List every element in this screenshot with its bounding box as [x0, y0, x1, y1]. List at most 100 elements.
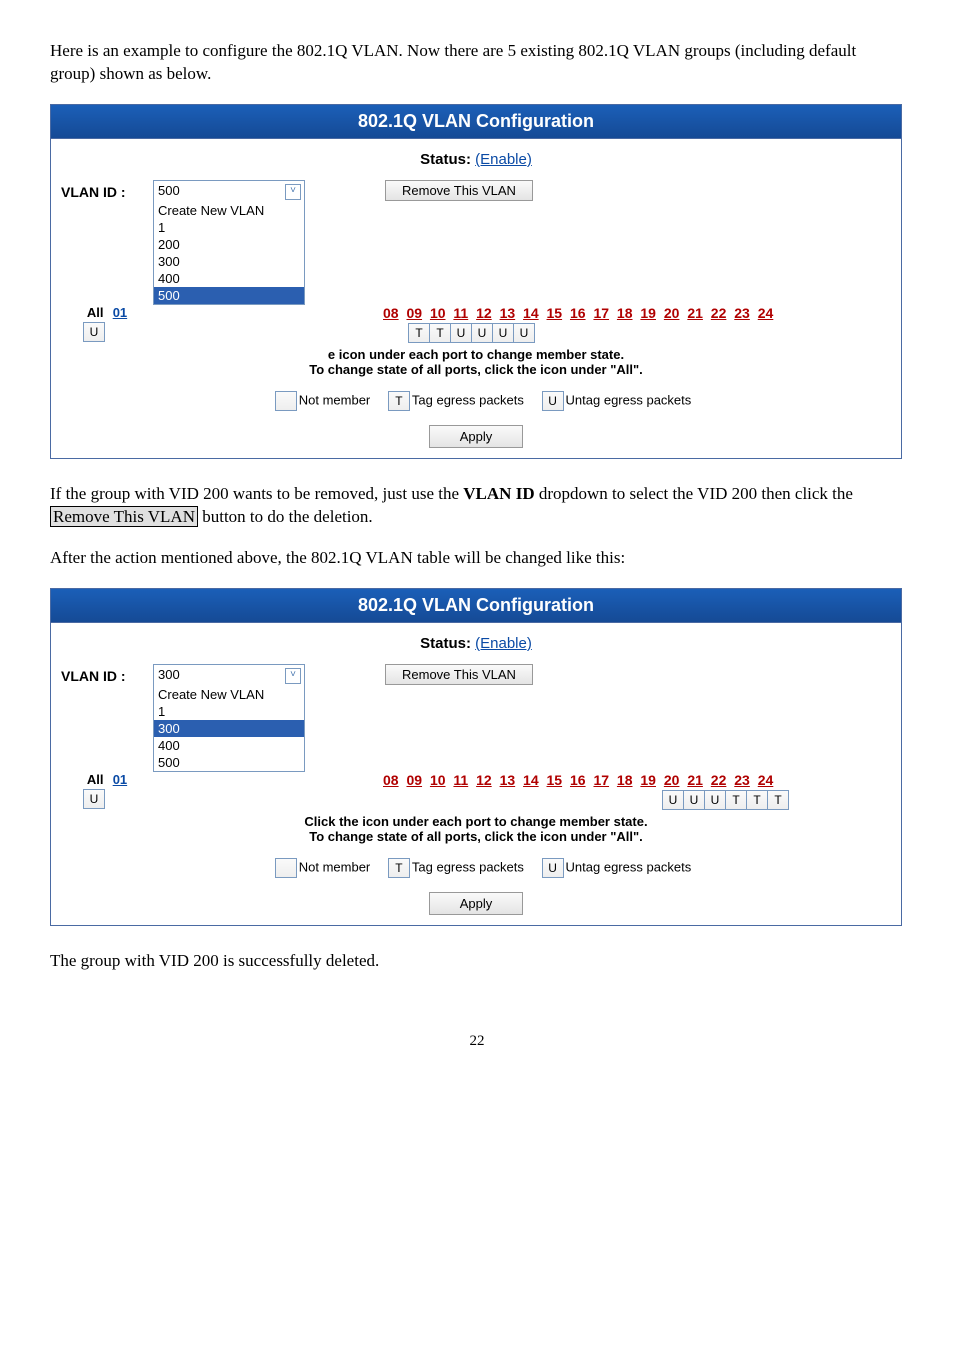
port-link[interactable]: 24: [758, 305, 774, 321]
dropdown-option[interactable]: 400: [154, 270, 304, 287]
legend-not-member-icon: [275, 858, 297, 878]
port-link[interactable]: 13: [500, 772, 516, 788]
port-state-button[interactable]: U: [513, 323, 535, 343]
port-link[interactable]: 17: [593, 305, 609, 321]
status-link[interactable]: (Enable): [475, 151, 532, 168]
port-state-button[interactable]: U: [704, 790, 726, 810]
port-link[interactable]: 08: [383, 305, 399, 321]
chevron-down-icon: ˅: [285, 184, 301, 200]
all-state-button[interactable]: U: [83, 322, 105, 342]
port-link[interactable]: 20: [664, 772, 680, 788]
remove-vlan-inline-button: Remove This VLAN: [50, 506, 198, 527]
dropdown-option[interactable]: 1: [154, 219, 304, 236]
hint-text: e icon under each port to change member …: [61, 347, 891, 377]
port-state-button[interactable]: U: [492, 323, 514, 343]
port-state-button[interactable]: T: [408, 323, 430, 343]
vlanid-dropdown[interactable]: 300 ˅ Create New VLAN 1 300 400 500: [153, 664, 305, 772]
dropdown-option[interactable]: 500: [154, 754, 304, 771]
legend-untag-label: Untag egress packets: [566, 392, 692, 407]
port-link[interactable]: 09: [406, 305, 422, 321]
port-link[interactable]: 19: [640, 772, 656, 788]
dropdown-option[interactable]: 300: [154, 253, 304, 270]
port-link[interactable]: 24: [758, 772, 774, 788]
intro-paragraph: Here is an example to configure the 802.…: [50, 40, 904, 86]
port-state-row: T T U U U U: [383, 323, 777, 343]
dropdown-option[interactable]: Create New VLAN: [154, 202, 304, 219]
port-link[interactable]: 23: [734, 305, 750, 321]
port-link[interactable]: 16: [570, 305, 586, 321]
port-link[interactable]: 19: [640, 305, 656, 321]
port-link[interactable]: 21: [687, 772, 703, 788]
dropdown-option-selected[interactable]: 500: [154, 287, 304, 304]
status-line: Status: (Enable): [61, 151, 891, 168]
port-header-row: 08 09 10 11 12 13 14 15 16 17 18 19 20 2…: [383, 772, 789, 788]
status-link[interactable]: (Enable): [475, 635, 532, 652]
legend-tag-label: Tag egress packets: [412, 392, 524, 407]
port-link[interactable]: 16: [570, 772, 586, 788]
legend: Not member TTag egress packets UUntag eg…: [61, 391, 891, 411]
port-state-button[interactable]: T: [725, 790, 747, 810]
port-state-button[interactable]: T: [429, 323, 451, 343]
apply-button[interactable]: Apply: [429, 425, 524, 448]
port-link[interactable]: 10: [430, 772, 446, 788]
vlan-config-panel-2: 802.1Q VLAN Configuration Status: (Enabl…: [50, 588, 902, 926]
remove-vlan-button[interactable]: Remove This VLAN: [385, 664, 533, 685]
port-link[interactable]: 18: [617, 305, 633, 321]
legend-untag-label: Untag egress packets: [566, 859, 692, 874]
port-state-button[interactable]: U: [450, 323, 472, 343]
port-state-button[interactable]: U: [471, 323, 493, 343]
port-link[interactable]: 22: [711, 305, 727, 321]
dropdown-option[interactable]: 200: [154, 236, 304, 253]
mid-paragraph-2: After the action mentioned above, the 80…: [50, 547, 904, 570]
port-link[interactable]: 18: [617, 772, 633, 788]
page-number: 22: [50, 1033, 904, 1050]
port-state-button[interactable]: T: [746, 790, 768, 810]
port-link[interactable]: 11: [453, 305, 468, 321]
port-link[interactable]: 09: [406, 772, 422, 788]
status-label: Status:: [420, 151, 471, 168]
dropdown-option[interactable]: Create New VLAN: [154, 686, 304, 703]
legend: Not member TTag egress packets UUntag eg…: [61, 858, 891, 878]
port-link[interactable]: 17: [593, 772, 609, 788]
legend-tag-icon: T: [388, 858, 410, 878]
vlanid-label: VLAN ID :: [61, 180, 153, 200]
legend-tag-label: Tag egress packets: [412, 859, 524, 874]
vlanid-label: VLAN ID :: [61, 664, 153, 684]
port-link[interactable]: 12: [476, 772, 492, 788]
dropdown-selected-value: 300: [158, 667, 180, 684]
port-link[interactable]: 15: [547, 305, 563, 321]
vlanid-dropdown[interactable]: 500 ˅ Create New VLAN 1 200 300 400 500: [153, 180, 305, 305]
vlan-config-panel-1: 802.1Q VLAN Configuration Status: (Enabl…: [50, 104, 902, 459]
dropdown-list: Create New VLAN 1 200 300 400 500: [154, 202, 304, 304]
port-link[interactable]: 20: [664, 305, 680, 321]
port-state-button[interactable]: U: [683, 790, 705, 810]
dropdown-option[interactable]: 400: [154, 737, 304, 754]
dropdown-option[interactable]: 1: [154, 703, 304, 720]
all-port-link[interactable]: 01: [113, 305, 127, 320]
port-link[interactable]: 14: [523, 772, 539, 788]
all-state-button[interactable]: U: [83, 789, 105, 809]
port-link[interactable]: 12: [476, 305, 492, 321]
port-link[interactable]: 08: [383, 772, 399, 788]
dropdown-selected-value: 500: [158, 183, 180, 200]
port-state-button[interactable]: U: [662, 790, 684, 810]
legend-not-member-icon: [275, 391, 297, 411]
port-link[interactable]: 23: [734, 772, 750, 788]
legend-tag-icon: T: [388, 391, 410, 411]
status-line: Status: (Enable): [61, 635, 891, 652]
legend-not-member-label: Not member: [299, 392, 371, 407]
dropdown-option-selected[interactable]: 300: [154, 720, 304, 737]
remove-vlan-button[interactable]: Remove This VLAN: [385, 180, 533, 201]
port-state-button[interactable]: T: [767, 790, 789, 810]
apply-button[interactable]: Apply: [429, 892, 524, 915]
port-link[interactable]: 10: [430, 305, 446, 321]
dropdown-list: Create New VLAN 1 300 400 500: [154, 686, 304, 771]
port-link[interactable]: 21: [687, 305, 703, 321]
all-port-link[interactable]: 01: [113, 772, 127, 787]
port-link[interactable]: 15: [547, 772, 563, 788]
port-link[interactable]: 11: [453, 772, 468, 788]
chevron-down-icon: ˅: [285, 668, 301, 684]
port-link[interactable]: 13: [500, 305, 516, 321]
port-link[interactable]: 14: [523, 305, 539, 321]
port-link[interactable]: 22: [711, 772, 727, 788]
